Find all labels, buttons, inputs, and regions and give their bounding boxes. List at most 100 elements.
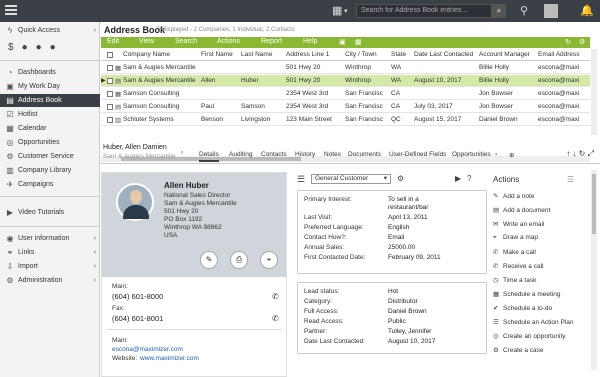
sidebar-item-video-tutorials[interactable]: ▶ Video Tutorials (0, 206, 100, 219)
vertical-scrollbar[interactable] (591, 49, 597, 135)
sidebar-item-opportunities[interactable]: ◎ Opportunities (0, 136, 100, 149)
main-phone[interactable]: (604) 601-8000 (112, 292, 163, 301)
tab-contacts[interactable]: Contacts (261, 151, 287, 158)
action-create-opportunity[interactable]: ◎ Create an opportunity (493, 332, 566, 340)
menu-search[interactable]: Search (175, 38, 197, 45)
refresh-icon[interactable]: ↻ (579, 149, 586, 158)
list-view-icon[interactable]: ☰ (297, 174, 305, 185)
dollar-icon[interactable]: $ (8, 42, 22, 53)
sidebar-item-my-work-day[interactable]: ▣ My Work Day (0, 80, 100, 93)
tab-details[interactable]: Details (199, 151, 219, 162)
gear-icon[interactable]: ⚙ (397, 174, 404, 183)
scrollbar-thumb[interactable] (592, 174, 596, 234)
sidebar-item-hotlist[interactable]: ☑ Hotlist (0, 108, 100, 121)
table-row[interactable]: ▤ Samson Consulting Paul Samson 2354 Wes… (101, 101, 590, 113)
menu-icon[interactable]: ☰ (567, 175, 574, 184)
action-schedule-todo[interactable]: ✔ Schedule a to-do (493, 304, 552, 312)
map-pin-button[interactable]: ⌖ (260, 251, 278, 269)
row-checkbox[interactable] (107, 117, 113, 123)
sidebar-item-dashboards[interactable]: ◔ Dashboards (0, 66, 100, 79)
menu-edit[interactable]: Edit (107, 38, 119, 45)
refresh-icon[interactable]: ↻ (565, 38, 571, 46)
row-checkbox[interactable] (107, 78, 113, 84)
action-receive-call[interactable]: ✆ Receive a call (493, 262, 543, 270)
expand-icon[interactable]: ⤢ (588, 149, 594, 158)
column-header[interactable]: Date Last Contacted (414, 51, 476, 58)
export-icon[interactable]: ▦ (355, 38, 362, 46)
chevron-left-icon[interactable]: ‹ (181, 149, 183, 156)
person-icon[interactable]: ● (50, 42, 64, 53)
group-icon[interactable]: ●● (22, 42, 50, 53)
arrow-down-icon[interactable]: ↓ (572, 149, 576, 158)
email-link[interactable]: escona@maximizer.com (112, 346, 183, 353)
tab-notes[interactable]: Notes (324, 151, 341, 158)
detail-scrollbar[interactable] (591, 170, 597, 370)
menu-view[interactable]: View (139, 38, 154, 45)
menu-report[interactable]: Report (261, 38, 282, 45)
column-header[interactable]: City / Town (345, 51, 387, 58)
row-checkbox[interactable] (107, 91, 113, 97)
video-icon[interactable]: ▶ (455, 174, 461, 183)
column-header[interactable]: Account Manager (479, 51, 535, 58)
action-add-document[interactable]: ▤ Add a document (493, 206, 550, 214)
row-checkbox[interactable] (107, 65, 113, 71)
select-all-checkbox[interactable] (107, 52, 113, 58)
grid-menu-icon[interactable]: ▦ (332, 4, 342, 17)
action-schedule-action-plan[interactable]: ☰ Schedule an Action Plan (493, 318, 573, 326)
customer-type-select[interactable]: General Customer ▾ (311, 174, 391, 184)
phone-icon[interactable]: ✆ (272, 314, 279, 323)
sidebar-item-customer-service[interactable]: ⚙ Customer Service (0, 150, 100, 163)
settings-icon[interactable]: ⚙ (579, 38, 585, 46)
table-row[interactable]: ▦ Samson Consulting 2354 West 3rd San Fr… (101, 88, 590, 100)
fax-phone[interactable]: (604) 601-8001 (112, 314, 163, 323)
action-time-task[interactable]: ◷ Time a task (493, 276, 536, 284)
print-button[interactable]: ⎙ (230, 251, 248, 269)
add-contact-icon[interactable]: ▣ (339, 38, 346, 46)
column-header[interactable]: Address Line 1 (286, 51, 341, 58)
edit-button[interactable]: ✎ (200, 251, 218, 269)
help-icon[interactable]: ? (467, 174, 471, 183)
column-header[interactable]: First Name (201, 51, 237, 58)
sidebar-item-user-information[interactable]: ◉ User information › (0, 232, 100, 245)
sidebar-item-calendar[interactable]: ▦ Calendar (0, 122, 100, 135)
action-write-email[interactable]: ✉ Write an email (493, 220, 544, 228)
advanced-search-icon[interactable]: ⚲ (520, 4, 528, 17)
tab-history[interactable]: History (295, 151, 315, 158)
bell-icon[interactable]: 🔔 (580, 4, 594, 17)
search-input[interactable]: Search for Address Book entries... (356, 4, 492, 18)
table-row[interactable]: ▦ Sam & Augies Mercantile 501 Hwy 20 Win… (101, 62, 590, 74)
action-draw-map[interactable]: ⌖ Draw a map (493, 234, 538, 242)
action-schedule-meeting[interactable]: ▦ Schedule a meeting (493, 290, 560, 298)
tab-opportunities[interactable]: Opportunities (452, 151, 491, 158)
chevron-down-icon[interactable]: ▾ (344, 7, 348, 15)
sidebar-item-administration[interactable]: ⚙ Administration › (0, 274, 100, 287)
column-header[interactable]: Company Name (123, 51, 198, 58)
action-create-case[interactable]: ⚙ Create a case (493, 346, 543, 354)
column-header[interactable]: Email Address (538, 51, 588, 58)
action-add-note[interactable]: ✎ Add a note (493, 192, 534, 200)
row-checkbox[interactable] (107, 104, 113, 110)
tab-auditing[interactable]: Auditing (229, 151, 253, 158)
tab-documents[interactable]: Documents (348, 151, 381, 158)
arrow-up-icon[interactable]: ↑ (566, 149, 570, 158)
sidebar-item-campaigns[interactable]: ✈ Campaigns (0, 178, 100, 191)
sidebar-item-import[interactable]: ⇩ Import › (0, 260, 100, 273)
table-row[interactable]: ▥ Schluter Systems Benson Livingston 123… (101, 114, 590, 126)
column-header[interactable]: Last Name (241, 51, 281, 58)
phone-icon[interactable]: ✆ (272, 292, 279, 301)
sidebar-item-quick-access[interactable]: ϟ Quick Access › (0, 24, 100, 37)
chevron-right-icon[interactable]: › (495, 151, 497, 158)
column-header[interactable]: State (391, 51, 411, 58)
sidebar-item-links[interactable]: ⚭ Links › (0, 246, 100, 259)
add-tab-icon[interactable]: ⊕ (509, 151, 514, 159)
sidebar-item-address-book[interactable]: ▤ Address Book (0, 94, 100, 107)
sidebar-item-company-library[interactable]: ▥ Company Library (0, 164, 100, 177)
avatar[interactable] (544, 4, 558, 18)
tab-user-defined-fields[interactable]: User-Defined Fields (389, 151, 446, 158)
table-row[interactable]: ▶ ▤ Sam & Augies Mercantile Allen Huber … (101, 75, 590, 87)
website-link[interactable]: www.maximizer.com (140, 355, 199, 362)
hamburger-menu-icon[interactable] (5, 5, 17, 17)
menu-help[interactable]: Help (303, 38, 317, 45)
menu-actions[interactable]: Actions (217, 38, 240, 45)
search-icon[interactable]: ⌕ (492, 4, 506, 18)
